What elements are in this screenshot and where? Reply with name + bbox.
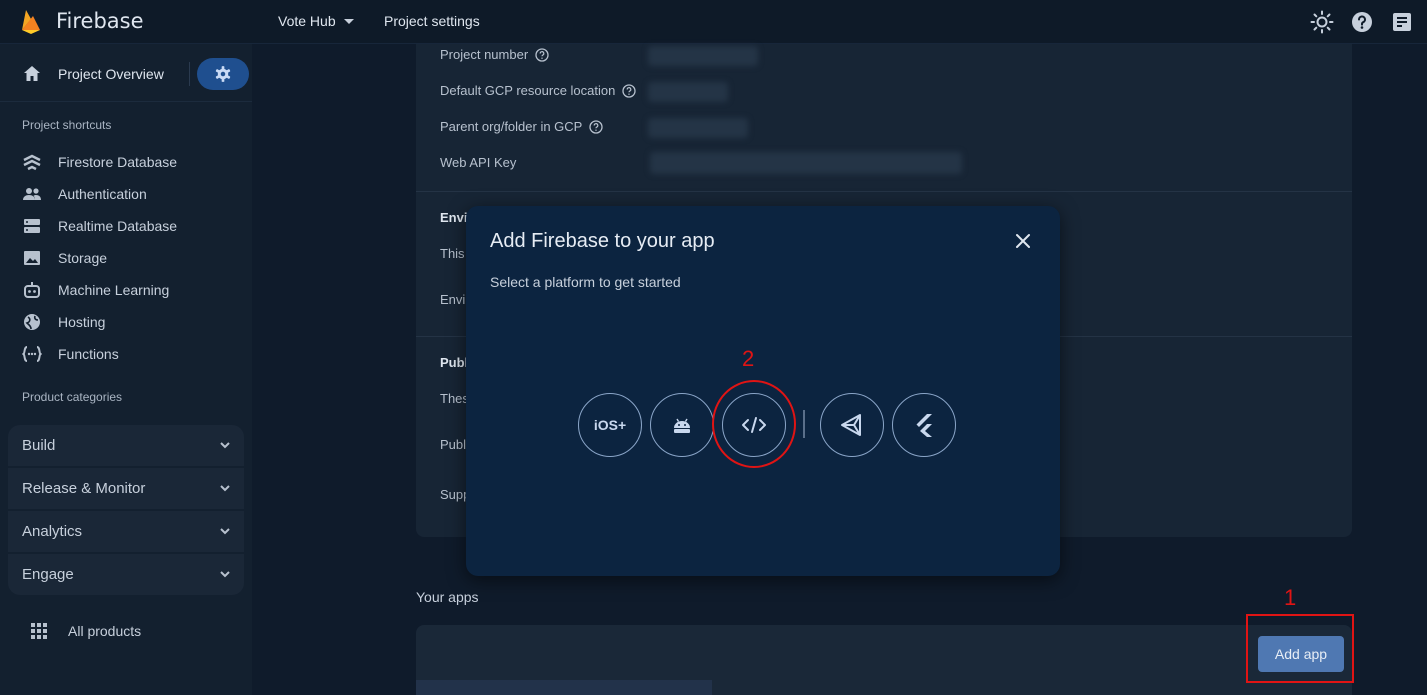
sidebar-item-label: Authentication <box>58 186 147 202</box>
sidebar-item-storage[interactable]: Storage <box>0 243 252 273</box>
project-settings-link[interactable]: Project settings <box>384 13 480 29</box>
project-overview-link[interactable]: Project Overview <box>58 66 164 82</box>
category-label: Build <box>22 437 56 454</box>
sidebar-item-label: Hosting <box>58 314 106 330</box>
chevron-down-icon <box>220 485 230 492</box>
all-products-link[interactable]: All products <box>30 622 141 640</box>
robot-icon <box>22 280 42 300</box>
chevron-down-icon <box>220 442 230 449</box>
help-circle-icon[interactable] <box>589 119 604 134</box>
platform-ios-button[interactable]: iOS+ <box>578 393 642 457</box>
top-app-bar: Firebase Vote Hub Project settings <box>0 0 1427 44</box>
section-text-partial: Envi <box>440 292 466 307</box>
brand-name: Firebase <box>56 9 144 33</box>
section-text-partial: Publ <box>440 437 467 452</box>
apps-list-strip <box>416 680 712 695</box>
home-icon <box>24 66 40 81</box>
sidebar-item-label: Machine Learning <box>58 282 170 298</box>
annotation-circle-2 <box>712 380 796 468</box>
field-label-text: Web API Key <box>440 155 517 170</box>
firebase-logo-icon <box>22 10 40 34</box>
people-icon <box>22 184 42 204</box>
section-heading-partial: Envi <box>440 210 468 225</box>
your-apps-card: Add app <box>416 625 1352 695</box>
dialog-subtitle: Select a platform to get started <box>490 274 681 290</box>
apps-grid-icon <box>31 623 47 639</box>
web-api-key-label: Web API Key <box>440 155 516 170</box>
project-switcher[interactable]: Vote Hub <box>278 13 354 29</box>
project-number-label: Project number <box>440 47 549 62</box>
category-engage[interactable]: Engage <box>8 554 244 595</box>
category-analytics[interactable]: Analytics <box>8 511 244 552</box>
globe-icon <box>22 312 42 332</box>
divider <box>416 191 1352 192</box>
firebase-brand[interactable]: Firebase <box>20 8 144 34</box>
category-label: Engage <box>22 566 74 583</box>
chevron-down-icon <box>220 571 230 578</box>
caret-down-icon <box>343 18 354 24</box>
all-products-label: All products <box>68 623 142 639</box>
dialog-title: Add Firebase to your app <box>490 230 715 252</box>
field-label-text: Project number <box>440 47 529 62</box>
android-icon <box>674 418 690 433</box>
sidebar-item-label: Firestore Database <box>58 154 178 170</box>
shortcuts-title: Project shortcuts <box>22 118 112 132</box>
blurred-value <box>648 82 728 102</box>
annotation-number-2: 2 <box>742 346 755 371</box>
notes-icon[interactable] <box>1390 10 1414 34</box>
sidebar: Project Overview Project shortcuts Fires… <box>0 44 252 695</box>
help-circle-icon[interactable] <box>622 83 637 98</box>
sidebar-item-firestore[interactable]: Firestore Database <box>0 147 252 177</box>
category-build[interactable]: Build <box>8 425 244 466</box>
project-overview-row: Project Overview <box>0 44 252 102</box>
platform-divider <box>803 410 805 438</box>
sidebar-item-machine-learning[interactable]: Machine Learning <box>0 275 252 305</box>
divider <box>189 62 190 86</box>
add-firebase-dialog: Add Firebase to your app Select a platfo… <box>466 206 1060 576</box>
settings-gear-button[interactable] <box>197 58 249 90</box>
close-icon[interactable] <box>1012 230 1034 252</box>
sidebar-item-label: Functions <box>58 346 119 362</box>
sidebar-item-label: Storage <box>58 250 108 266</box>
sidebar-item-hosting[interactable]: Hosting <box>0 307 252 337</box>
help-icon[interactable] <box>1350 10 1374 34</box>
sidebar-item-functions[interactable]: Functions <box>0 339 252 369</box>
section-text-partial: This <box>440 246 465 261</box>
sidebar-item-authentication[interactable]: Authentication <box>0 179 252 209</box>
unity-icon <box>841 414 861 436</box>
your-apps-title: Your apps <box>416 589 479 605</box>
platform-unity-button[interactable] <box>820 393 884 457</box>
theme-icon[interactable] <box>1310 10 1334 34</box>
platform-flutter-button[interactable] <box>892 393 956 457</box>
gcp-location-label: Default GCP resource location <box>440 83 637 98</box>
section-text-partial: Thes <box>440 391 469 406</box>
gear-icon <box>215 66 231 82</box>
blurred-value <box>648 46 758 66</box>
category-release-monitor[interactable]: Release & Monitor <box>8 468 244 509</box>
field-label-text: Default GCP resource location <box>440 83 616 98</box>
ios-icon: iOS+ <box>593 417 627 433</box>
sidebar-item-realtime-database[interactable]: Realtime Database <box>0 211 252 241</box>
blurred-value <box>648 118 748 138</box>
flutter-icon <box>916 414 932 437</box>
annotation-box-1 <box>1246 614 1354 683</box>
project-name: Vote Hub <box>278 13 336 29</box>
functions-icon <box>22 344 42 364</box>
categories-title: Product categories <box>22 390 123 404</box>
category-label: Release & Monitor <box>22 480 146 497</box>
platform-android-button[interactable] <box>650 393 714 457</box>
firestore-icon <box>22 152 42 172</box>
parent-org-label: Parent org/folder in GCP <box>440 119 604 134</box>
help-circle-icon[interactable] <box>535 47 549 62</box>
chevron-down-icon <box>220 528 230 535</box>
section-heading-partial: Publ <box>440 355 469 370</box>
field-label-text: Parent org/folder in GCP <box>440 119 583 134</box>
storage-icon <box>22 248 42 268</box>
database-icon <box>22 216 42 236</box>
blurred-value <box>650 152 962 174</box>
sidebar-item-label: Realtime Database <box>58 218 178 234</box>
annotation-number-1: 1 <box>1284 585 1297 610</box>
category-label: Analytics <box>22 523 83 540</box>
